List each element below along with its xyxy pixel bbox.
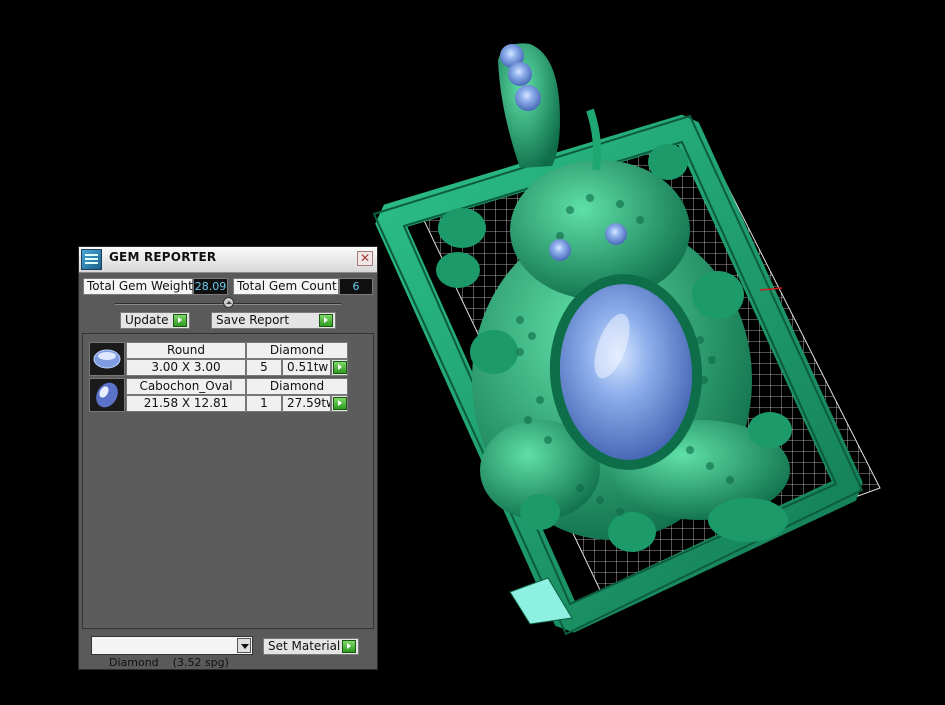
gem-select-button[interactable] [331, 359, 348, 376]
close-icon[interactable]: ✕ [357, 251, 373, 266]
set-material-button[interactable]: Set Material [263, 638, 359, 655]
play-arrow-icon [333, 397, 347, 410]
round-gem-icon [93, 349, 121, 369]
gem-shape: Cabochon_Oval [126, 378, 246, 395]
gem-size: 3.00 X 3.00 [126, 359, 246, 376]
set-material-button-label: Set Material [268, 639, 341, 653]
gem-material: Diamond [246, 378, 348, 395]
save-report-button[interactable]: Save Report [211, 312, 336, 329]
play-arrow-icon [342, 640, 356, 653]
gem-count: 1 [246, 395, 282, 412]
total-gem-weight-label: Total Gem Weight [83, 278, 193, 295]
chevron-down-icon[interactable] [237, 638, 251, 653]
gem-thumbnail-cabochon-oval [89, 378, 125, 412]
gem-weight: 0.51tw [282, 359, 331, 376]
total-gem-weight-value: 28.09 [193, 278, 228, 295]
update-button-label: Update [125, 313, 169, 327]
play-arrow-icon [333, 361, 347, 374]
total-gem-count-value: 6 [339, 278, 373, 295]
play-arrow-icon [173, 314, 187, 327]
oval-gem-icon [96, 382, 118, 408]
gem-size: 21.58 X 12.81 [126, 395, 246, 412]
panel-titlebar[interactable]: GEM REPORTER ✕ [79, 247, 377, 273]
total-gem-count-label: Total Gem Count [233, 278, 339, 295]
material-dropdown[interactable]: Diamond (3.52 spg) [91, 636, 253, 669]
gem-material: Diamond [246, 342, 348, 359]
gem-list: Round Diamond 3.00 X 3.00 5 0.51tw Caboc… [82, 333, 374, 629]
slider-handle[interactable] [223, 297, 234, 308]
update-button[interactable]: Update [120, 312, 190, 329]
play-arrow-icon [319, 314, 333, 327]
gem-shape: Round [126, 342, 246, 359]
material-dropdown-value: Diamond (3.52 spg) [109, 656, 229, 669]
save-report-button-label: Save Report [216, 313, 290, 327]
gem-reporter-icon [81, 249, 102, 270]
gem-thumbnail-round [89, 342, 125, 376]
gem-weight: 27.59tw [282, 395, 331, 412]
gem-row-cabochon-oval[interactable]: Cabochon_Oval Diamond 21.58 X 12.81 1 27… [89, 378, 351, 412]
gem-select-button[interactable] [331, 395, 348, 412]
gem-count: 5 [246, 359, 282, 376]
gem-reporter-panel: GEM REPORTER ✕ Total Gem Weight 28.09 To… [78, 246, 378, 670]
panel-title: GEM REPORTER [109, 250, 217, 264]
gem-row-round[interactable]: Round Diamond 3.00 X 3.00 5 0.51tw [89, 342, 351, 376]
